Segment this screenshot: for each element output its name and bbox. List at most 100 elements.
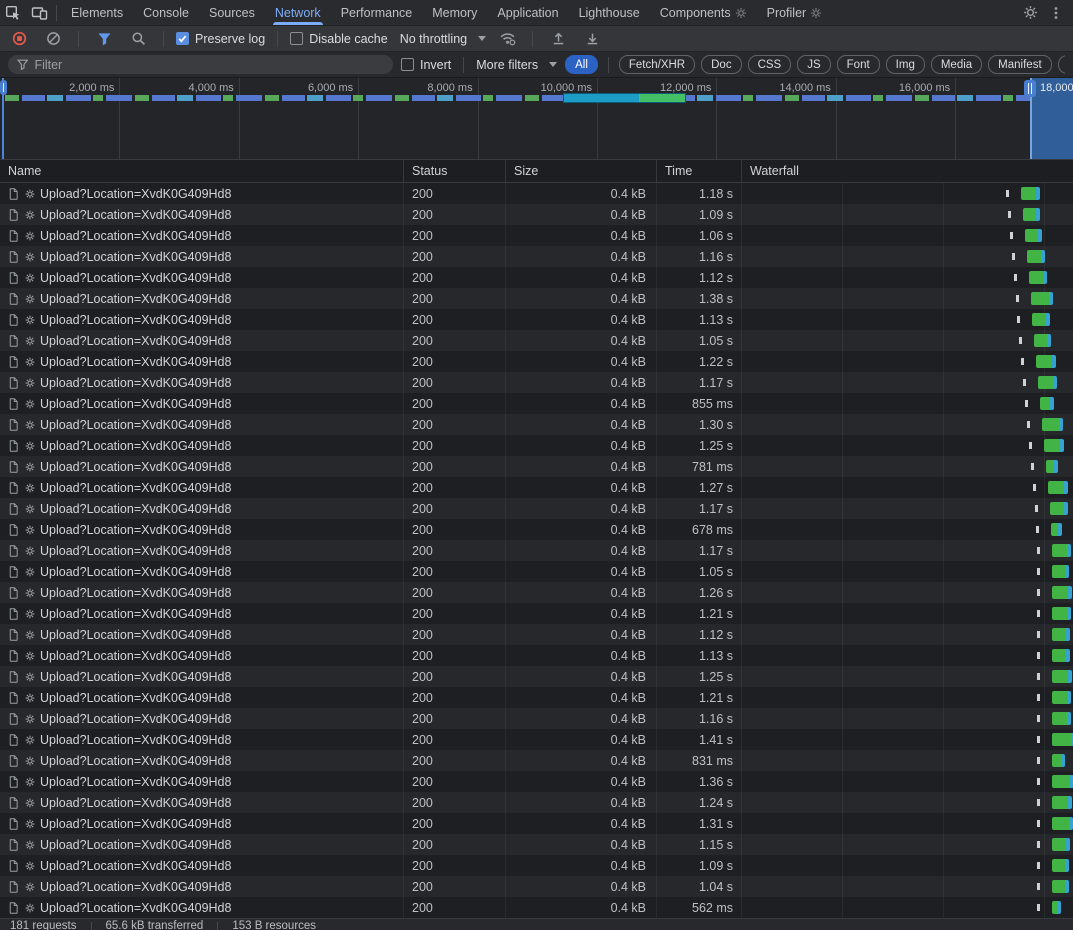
table-row[interactable]: Upload?Location=XvdK0G409Hd8 200 0.4 kB … xyxy=(0,897,1073,918)
table-row[interactable]: Upload?Location=XvdK0G409Hd8 200 0.4 kB … xyxy=(0,624,1073,645)
table-row[interactable]: Upload?Location=XvdK0G409Hd8 200 0.4 kB … xyxy=(0,729,1073,750)
waterfall-cell[interactable] xyxy=(742,876,1073,897)
table-row[interactable]: Upload?Location=XvdK0G409Hd8 200 0.4 kB … xyxy=(0,477,1073,498)
table-row[interactable]: Upload?Location=XvdK0G409Hd8 200 0.4 kB … xyxy=(0,204,1073,225)
filter-chip-media[interactable]: Media xyxy=(931,55,982,74)
table-row[interactable]: Upload?Location=XvdK0G409Hd8 200 0.4 kB … xyxy=(0,351,1073,372)
tab-components[interactable]: Components xyxy=(650,0,757,25)
waterfall-cell[interactable] xyxy=(742,834,1073,855)
table-row[interactable]: Upload?Location=XvdK0G409Hd8 200 0.4 kB … xyxy=(0,603,1073,624)
waterfall-cell[interactable] xyxy=(742,246,1073,267)
more-options-menu-button[interactable] xyxy=(1043,1,1069,25)
waterfall-cell[interactable] xyxy=(742,540,1073,561)
tab-network[interactable]: Network xyxy=(265,0,331,25)
request-name-cell[interactable]: Upload?Location=XvdK0G409Hd8 xyxy=(0,792,404,813)
request-name-cell[interactable]: Upload?Location=XvdK0G409Hd8 xyxy=(0,498,404,519)
request-name-cell[interactable]: Upload?Location=XvdK0G409Hd8 xyxy=(0,246,404,267)
waterfall-cell[interactable] xyxy=(742,414,1073,435)
table-row[interactable]: Upload?Location=XvdK0G409Hd8 200 0.4 kB … xyxy=(0,498,1073,519)
request-name-cell[interactable]: Upload?Location=XvdK0G409Hd8 xyxy=(0,540,404,561)
waterfall-cell[interactable] xyxy=(742,309,1073,330)
waterfall-cell[interactable] xyxy=(742,750,1073,771)
table-row[interactable]: Upload?Location=XvdK0G409Hd8 200 0.4 kB … xyxy=(0,561,1073,582)
filter-chip-manifest[interactable]: Manifest xyxy=(988,55,1051,74)
waterfall-cell[interactable] xyxy=(742,708,1073,729)
table-row[interactable]: Upload?Location=XvdK0G409Hd8 200 0.4 kB … xyxy=(0,792,1073,813)
waterfall-cell[interactable] xyxy=(742,771,1073,792)
table-row[interactable]: Upload?Location=XvdK0G409Hd8 200 0.4 kB … xyxy=(0,813,1073,834)
table-row[interactable]: Upload?Location=XvdK0G409Hd8 200 0.4 kB … xyxy=(0,267,1073,288)
waterfall-cell[interactable] xyxy=(742,351,1073,372)
waterfall-cell[interactable] xyxy=(742,519,1073,540)
request-name-cell[interactable]: Upload?Location=XvdK0G409Hd8 xyxy=(0,897,404,918)
tab-memory[interactable]: Memory xyxy=(422,0,487,25)
request-name-cell[interactable]: Upload?Location=XvdK0G409Hd8 xyxy=(0,519,404,540)
request-name-cell[interactable]: Upload?Location=XvdK0G409Hd8 xyxy=(0,330,404,351)
waterfall-cell[interactable] xyxy=(742,897,1073,918)
column-header-waterfall[interactable]: Waterfall xyxy=(742,160,1073,182)
request-name-cell[interactable]: Upload?Location=XvdK0G409Hd8 xyxy=(0,351,404,372)
waterfall-cell[interactable] xyxy=(742,204,1073,225)
request-name-cell[interactable]: Upload?Location=XvdK0G409Hd8 xyxy=(0,603,404,624)
preserve-log-checkbox[interactable] xyxy=(176,32,189,45)
waterfall-cell[interactable] xyxy=(742,603,1073,624)
request-name-cell[interactable]: Upload?Location=XvdK0G409Hd8 xyxy=(0,309,404,330)
table-row[interactable]: Upload?Location=XvdK0G409Hd8 200 0.4 kB … xyxy=(0,666,1073,687)
filter-chip-js[interactable]: JS xyxy=(797,55,830,74)
waterfall-cell[interactable] xyxy=(742,393,1073,414)
request-name-cell[interactable]: Upload?Location=XvdK0G409Hd8 xyxy=(0,687,404,708)
selection-left-grip[interactable] xyxy=(0,80,7,95)
disable-cache-checkbox[interactable] xyxy=(290,32,303,45)
request-name-cell[interactable]: Upload?Location=XvdK0G409Hd8 xyxy=(0,834,404,855)
tab-performance[interactable]: Performance xyxy=(331,0,423,25)
invert-toggle[interactable]: Invert xyxy=(401,58,451,72)
table-row[interactable]: Upload?Location=XvdK0G409Hd8 200 0.4 kB … xyxy=(0,687,1073,708)
preserve-log-toggle[interactable]: Preserve log xyxy=(176,32,265,46)
waterfall-cell[interactable] xyxy=(742,288,1073,309)
waterfall-cell[interactable] xyxy=(742,498,1073,519)
selection-right-grip[interactable] xyxy=(1024,80,1036,97)
request-name-cell[interactable]: Upload?Location=XvdK0G409Hd8 xyxy=(0,582,404,603)
waterfall-cell[interactable] xyxy=(742,561,1073,582)
request-name-cell[interactable]: Upload?Location=XvdK0G409Hd8 xyxy=(0,267,404,288)
request-name-cell[interactable]: Upload?Location=XvdK0G409Hd8 xyxy=(0,204,404,225)
waterfall-cell[interactable] xyxy=(742,582,1073,603)
waterfall-cell[interactable] xyxy=(742,372,1073,393)
request-name-cell[interactable]: Upload?Location=XvdK0G409Hd8 xyxy=(0,750,404,771)
export-har-button[interactable] xyxy=(579,27,605,51)
column-header-size[interactable]: Size xyxy=(506,160,657,182)
waterfall-cell[interactable] xyxy=(742,855,1073,876)
table-row[interactable]: Upload?Location=XvdK0G409Hd8 200 0.4 kB … xyxy=(0,246,1073,267)
request-name-cell[interactable]: Upload?Location=XvdK0G409Hd8 xyxy=(0,372,404,393)
tab-sources[interactable]: Sources xyxy=(199,0,265,25)
table-row[interactable]: Upload?Location=XvdK0G409Hd8 200 0.4 kB … xyxy=(0,330,1073,351)
import-har-button[interactable] xyxy=(545,27,571,51)
waterfall-cell[interactable] xyxy=(742,477,1073,498)
waterfall-cell[interactable] xyxy=(742,624,1073,645)
waterfall-cell[interactable] xyxy=(742,456,1073,477)
tab-elements[interactable]: Elements xyxy=(61,0,133,25)
search-button[interactable] xyxy=(125,27,151,51)
request-name-cell[interactable]: Upload?Location=XvdK0G409Hd8 xyxy=(0,561,404,582)
waterfall-cell[interactable] xyxy=(742,666,1073,687)
filter-chip-doc[interactable]: Doc xyxy=(701,55,741,74)
table-row[interactable]: Upload?Location=XvdK0G409Hd8 200 0.4 kB … xyxy=(0,372,1073,393)
filter-chip-fetch-xhr[interactable]: Fetch/XHR xyxy=(619,55,695,74)
column-header-time[interactable]: Time xyxy=(657,160,742,182)
clear-network-log-button[interactable] xyxy=(40,27,66,51)
request-name-cell[interactable]: Upload?Location=XvdK0G409Hd8 xyxy=(0,771,404,792)
table-row[interactable]: Upload?Location=XvdK0G409Hd8 200 0.4 kB … xyxy=(0,540,1073,561)
request-name-cell[interactable]: Upload?Location=XvdK0G409Hd8 xyxy=(0,624,404,645)
waterfall-cell[interactable] xyxy=(742,792,1073,813)
tab-profiler[interactable]: Profiler xyxy=(757,0,833,25)
waterfall-cell[interactable] xyxy=(742,813,1073,834)
request-name-cell[interactable]: Upload?Location=XvdK0G409Hd8 xyxy=(0,876,404,897)
table-row[interactable]: Upload?Location=XvdK0G409Hd8 200 0.4 kB … xyxy=(0,288,1073,309)
waterfall-cell[interactable] xyxy=(742,330,1073,351)
waterfall-cell[interactable] xyxy=(742,645,1073,666)
throttling-select[interactable]: No throttling xyxy=(400,32,486,46)
request-name-cell[interactable]: Upload?Location=XvdK0G409Hd8 xyxy=(0,435,404,456)
table-row[interactable]: Upload?Location=XvdK0G409Hd8 200 0.4 kB … xyxy=(0,225,1073,246)
table-row[interactable]: Upload?Location=XvdK0G409Hd8 200 0.4 kB … xyxy=(0,771,1073,792)
table-row[interactable]: Upload?Location=XvdK0G409Hd8 200 0.4 kB … xyxy=(0,183,1073,204)
